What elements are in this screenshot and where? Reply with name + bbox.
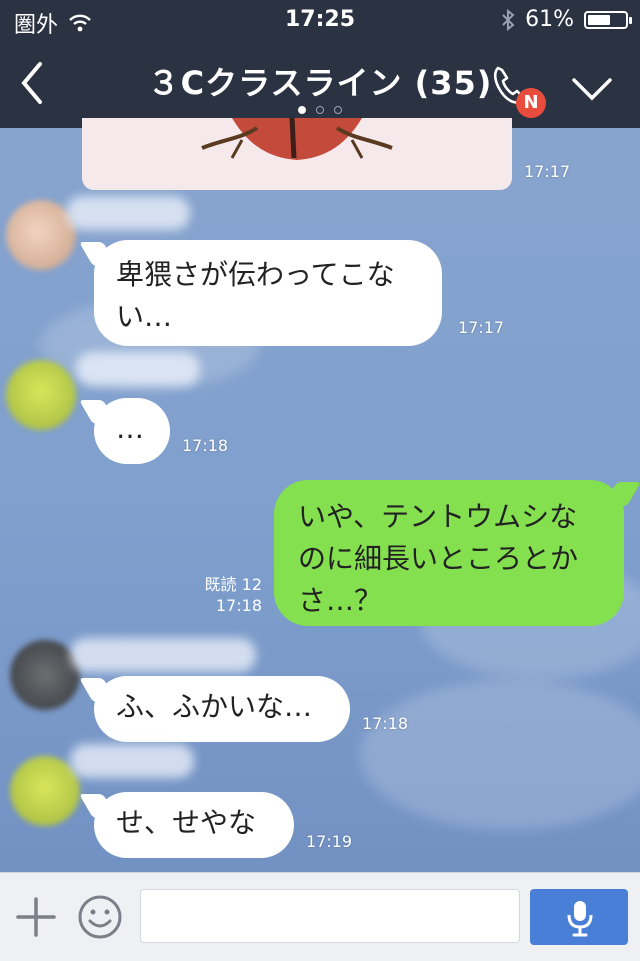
- sender-name: [76, 352, 200, 386]
- message-time: 17:18: [182, 436, 229, 455]
- voice-button[interactable]: [530, 889, 628, 945]
- status-bar: 圏外 17:25 61%: [0, 0, 640, 40]
- plus-icon[interactable]: [14, 895, 58, 939]
- message-text-line: さ…？: [298, 584, 383, 617]
- sender-name: [66, 196, 190, 230]
- message-text-line: いや、テントウムシな: [298, 500, 578, 533]
- battery-icon: [584, 10, 632, 29]
- message-bubble[interactable]: ふ、ふかいな…: [94, 676, 350, 742]
- message-time: 17:17: [458, 318, 505, 337]
- battery-percent: 61%: [525, 7, 574, 32]
- image-message[interactable]: [82, 118, 512, 190]
- message-text-line: のに細長いところとか: [298, 542, 579, 575]
- message-input[interactable]: [140, 889, 520, 943]
- battery-level: [588, 14, 610, 25]
- message-time: 17:18: [362, 714, 409, 733]
- sender-name: [70, 638, 256, 672]
- page-indicator: [0, 106, 640, 114]
- ladybug-image: [201, 118, 393, 160]
- message-text-line: 卑猥さが伝わってこな: [116, 258, 395, 291]
- message-time: 17:18: [215, 596, 262, 615]
- page-dot: [334, 106, 342, 114]
- chevron-down-icon[interactable]: [568, 68, 616, 108]
- message-bubble[interactable]: …: [94, 398, 170, 464]
- page-dot: [316, 106, 324, 114]
- avatar[interactable]: [10, 756, 80, 826]
- background-cloud: [360, 680, 640, 830]
- message-time: 17:17: [524, 162, 571, 181]
- chat-header: ３Cクラスライン (35) N: [0, 40, 640, 128]
- message-text-line: い…: [116, 300, 173, 333]
- bluetooth-icon: [502, 8, 515, 31]
- message-text-line: ふ、ふかいな…: [116, 690, 313, 723]
- message-text-line: せ、せやな: [116, 806, 257, 839]
- message-bubble[interactable]: せ、せやな: [94, 792, 294, 858]
- microphone-icon: [567, 901, 593, 937]
- read-count: 既読 12: [204, 575, 262, 594]
- avatar[interactable]: [6, 360, 76, 430]
- message-input-bar: [0, 872, 640, 961]
- page-dot: [298, 106, 306, 114]
- my-message-bubble[interactable]: いや、テントウムシな のに細長いところとか さ…？: [274, 480, 624, 626]
- message-bubble[interactable]: 卑猥さが伝わってこな い…: [94, 240, 442, 346]
- message-time: 17:19: [306, 832, 353, 851]
- message-text-line: …: [116, 412, 144, 445]
- read-receipt: 既読 12 17:18: [196, 574, 262, 616]
- smile-icon[interactable]: [76, 893, 124, 941]
- sender-name: [70, 744, 194, 778]
